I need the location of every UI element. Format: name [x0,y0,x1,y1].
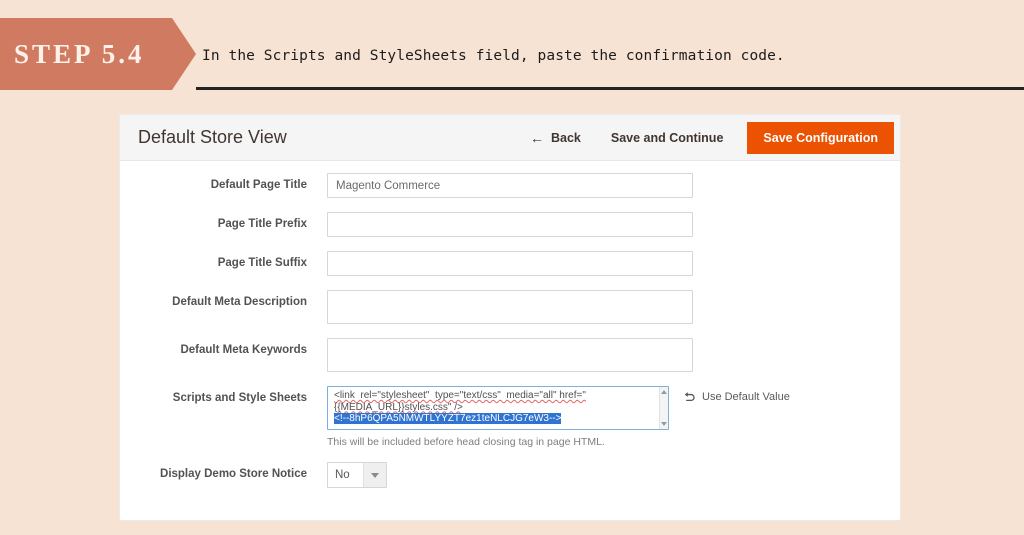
field-row-page-title-prefix: Page Title Prefix [120,212,900,237]
triangle-down-icon[interactable] [661,422,667,426]
step-banner: STEP 5.4 In the Scripts and StyleSheets … [0,18,1024,90]
use-default-value-label: Use Default Value [702,390,790,403]
label-default-page-title: Default Page Title [210,179,307,191]
field-row-default-meta-description: Default Meta Description [120,290,900,324]
code-line-3-selected: <!--8hP6QPA5NMWTLYYZT7ez1teNLCJG7eW3--> [334,413,562,424]
display-demo-store-notice-select[interactable]: No [327,462,387,488]
control-display-demo-store-notice: No [327,462,387,488]
instruction-underline [196,87,1024,90]
control-default-meta-description [327,290,693,324]
revert-arrow-icon [684,392,695,402]
save-configuration-button[interactable]: Save Configuration [747,121,894,154]
panel-header: Default Store View ← Back Save and Conti… [120,115,900,161]
instruction-text: In the Scripts and StyleSheets field, pa… [202,48,785,64]
save-and-continue-button[interactable]: Save and Continue [597,131,738,145]
arrow-left-icon: ← [529,129,544,146]
control-page-title-prefix [327,212,693,237]
back-button[interactable]: ← Back [514,131,597,145]
display-demo-store-notice-value: No [335,469,350,481]
step-ribbon: STEP 5.4 [0,18,196,90]
label-display-demo-store-notice: Display Demo Store Notice [160,468,307,480]
label-page-title-prefix: Page Title Prefix [217,218,307,230]
scripts-code-content: <link rel="stylesheet" type="text/css" m… [328,387,668,425]
code-line-1: <link rel="stylesheet" type="text/css" m… [334,390,586,401]
scripts-field-column: <link rel="stylesheet" type="text/css" m… [327,386,669,448]
code-line-2: {{MEDIA_URL}}styles.css" /> [334,401,463,413]
label-default-meta-keywords: Default Meta Keywords [180,344,307,356]
default-meta-keywords-textarea[interactable] [327,338,693,372]
control-default-page-title [327,173,693,198]
select-arrow-button[interactable] [363,463,386,487]
default-page-title-input[interactable] [327,173,693,198]
field-row-scripts-and-style-sheets: Scripts and Style Sheets <link rel="styl… [120,386,900,448]
textarea-scrollbar[interactable] [659,387,668,429]
label-page-title-suffix: Page Title Suffix [217,257,307,269]
page-title: Default Store View [138,127,287,147]
scripts-and-style-sheets-textarea[interactable]: <link rel="stylesheet" type="text/css" m… [327,386,669,430]
step-label: STEP 5.4 [14,38,145,69]
label-scripts-and-style-sheets: Scripts and Style Sheets [172,392,307,404]
control-scripts-and-style-sheets: <link rel="stylesheet" type="text/css" m… [327,386,790,448]
page-title-prefix-input[interactable] [327,212,693,237]
label-default-meta-description: Default Meta Description [172,296,307,308]
control-page-title-suffix [327,251,693,276]
default-meta-description-textarea[interactable] [327,290,693,324]
field-row-default-meta-keywords: Default Meta Keywords [120,338,900,372]
field-row-display-demo-store-notice: Display Demo Store Notice No [120,462,900,488]
scripts-help-text: This will be included before head closin… [327,436,605,448]
page-title-suffix-input[interactable] [327,251,693,276]
panel-actions: ← Back Save and Continue Save Configurat… [514,115,900,160]
chevron-down-icon [371,472,379,478]
back-button-label: Back [550,130,581,145]
use-default-value-link[interactable]: Use Default Value [683,390,790,403]
triangle-up-icon[interactable] [661,390,667,394]
configuration-form: Default Page Title Page Title Prefix Pag… [120,161,900,488]
admin-panel: Default Store View ← Back Save and Conti… [120,115,900,520]
control-default-meta-keywords [327,338,693,372]
field-row-default-page-title: Default Page Title [120,173,900,198]
instruction-area: In the Scripts and StyleSheets field, pa… [196,18,1024,90]
field-row-page-title-suffix: Page Title Suffix [120,251,900,276]
